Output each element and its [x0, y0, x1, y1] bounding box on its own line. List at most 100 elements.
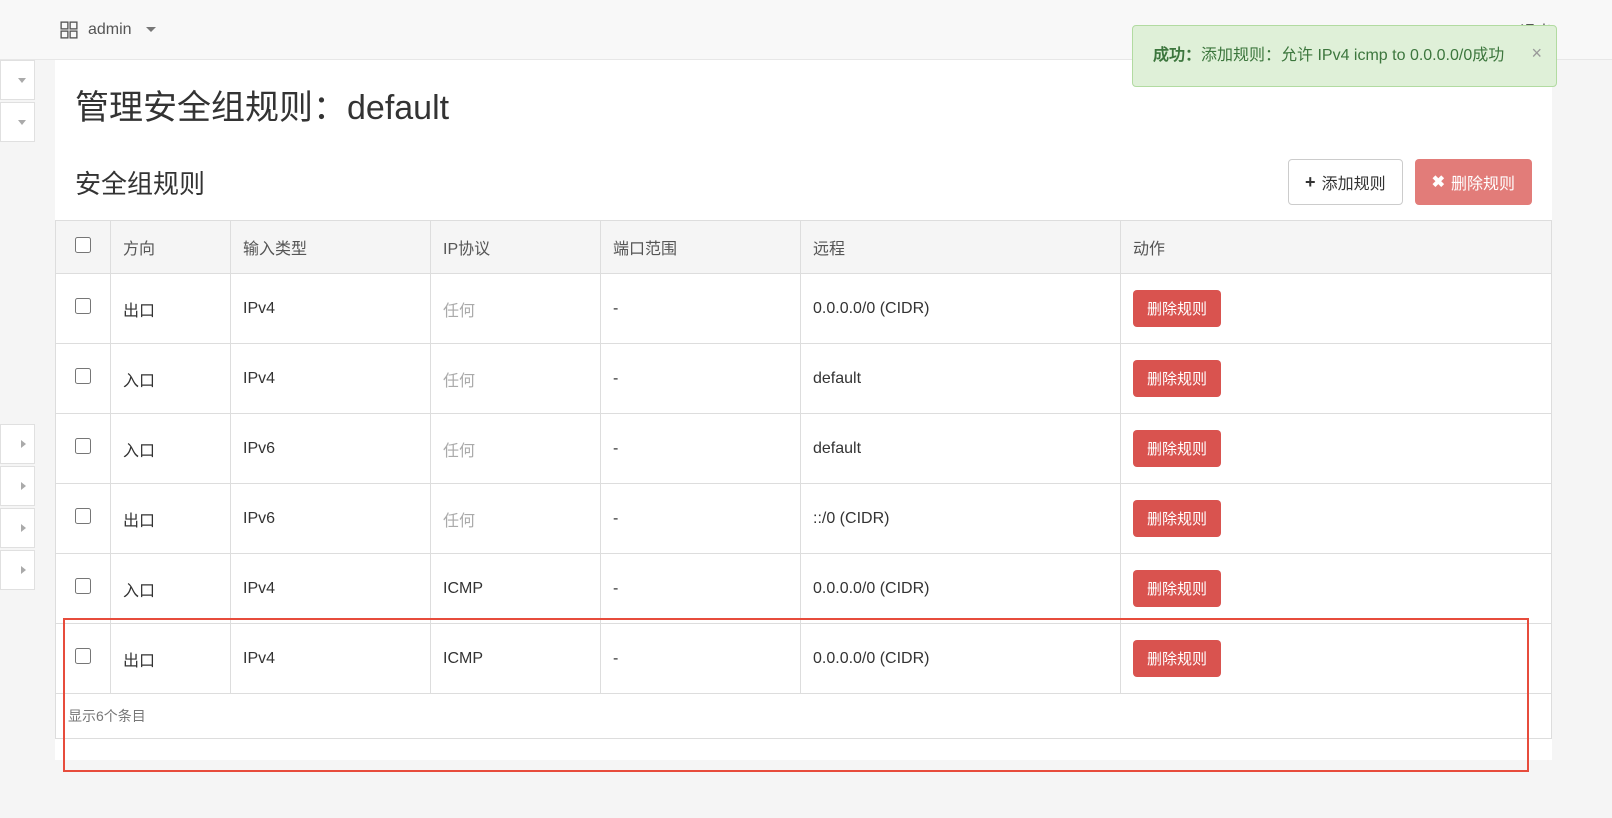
main-content: 管理安全组规则：default 安全组规则 + 添加规则 ✖ 删除规则 方向 输… [55, 60, 1552, 760]
rules-table: 方向 输入类型 IP协议 端口范围 远程 动作 出口IPv4任何-0.0.0.0… [55, 220, 1552, 739]
cell-port-range: - [601, 484, 801, 554]
project-name: admin [88, 21, 132, 39]
cell-remote: 0.0.0.0/0 (CIDR) [801, 274, 1121, 344]
table-row: 入口IPv4ICMP-0.0.0.0/0 (CIDR) 删除规则 [56, 554, 1552, 624]
cell-action: 删除规则 [1121, 344, 1552, 414]
chevron-right-icon [21, 440, 26, 448]
alert-close-button[interactable]: × [1531, 40, 1542, 67]
row-checkbox[interactable] [75, 368, 91, 384]
cell-action: 删除规则 [1121, 484, 1552, 554]
delete-row-button[interactable]: 删除规则 [1133, 500, 1221, 537]
cell-ip-protocol: ICMP [431, 624, 601, 694]
cell-remote: 0.0.0.0/0 (CIDR) [801, 624, 1121, 694]
delete-rule-button[interactable]: ✖ 删除规则 [1415, 159, 1532, 205]
table-row: 出口IPv6任何-::/0 (CIDR) 删除规则 [56, 484, 1552, 554]
row-checkbox[interactable] [75, 298, 91, 314]
cell-direction: 出口 [111, 624, 231, 694]
sidebar-item-1[interactable] [0, 60, 35, 100]
cell-remote: ::/0 (CIDR) [801, 484, 1121, 554]
delete-row-button[interactable]: 删除规则 [1133, 430, 1221, 467]
sidebar-item-3[interactable] [0, 424, 35, 464]
delete-row-button[interactable]: 删除规则 [1133, 360, 1221, 397]
cell-port-range: - [601, 274, 801, 344]
cell-port-range: - [601, 344, 801, 414]
chevron-right-icon [21, 566, 26, 574]
chevron-right-icon [21, 482, 26, 490]
cell-direction: 入口 [111, 554, 231, 624]
cell-ip-protocol: 任何 [431, 414, 601, 484]
page-title-name: default [347, 89, 449, 127]
cell-action: 删除规则 [1121, 624, 1552, 694]
cell-action: 删除规则 [1121, 554, 1552, 624]
header-port-range[interactable]: 端口范围 [601, 221, 801, 274]
cell-input-type: IPv4 [231, 274, 431, 344]
alert-message: 添加规则：允许 IPv4 icmp to 0.0.0.0/0成功 [1201, 47, 1504, 64]
row-checkbox[interactable] [75, 438, 91, 454]
cell-direction: 出口 [111, 274, 231, 344]
row-checkbox[interactable] [75, 578, 91, 594]
header-direction[interactable]: 方向 [111, 221, 231, 274]
row-checkbox[interactable] [75, 508, 91, 524]
success-alert: × 成功：添加规则：允许 IPv4 icmp to 0.0.0.0/0成功 [1132, 25, 1557, 87]
cell-port-range: - [601, 554, 801, 624]
cell-direction: 入口 [111, 414, 231, 484]
row-checkbox-cell [56, 274, 111, 344]
cell-input-type: IPv4 [231, 624, 431, 694]
page-title-prefix: 管理安全组规则： [75, 89, 347, 127]
section-header: 安全组规则 + 添加规则 ✖ 删除规则 [55, 159, 1552, 220]
add-rule-button[interactable]: + 添加规则 [1288, 159, 1403, 205]
cell-ip-protocol: 任何 [431, 484, 601, 554]
cell-port-range: - [601, 414, 801, 484]
delete-row-button[interactable]: 删除规则 [1133, 640, 1221, 677]
header-input-type[interactable]: 输入类型 [231, 221, 431, 274]
cell-direction: 出口 [111, 484, 231, 554]
section-actions: + 添加规则 ✖ 删除规则 [1288, 159, 1532, 205]
table-row: 出口IPv4任何-0.0.0.0/0 (CIDR) 删除规则 [56, 274, 1552, 344]
table-footer: 显示6个条目 [56, 694, 1552, 739]
row-checkbox-cell [56, 484, 111, 554]
sidebar-item-2[interactable] [0, 102, 35, 142]
row-checkbox[interactable] [75, 648, 91, 664]
row-checkbox-cell [56, 344, 111, 414]
table-row: 入口IPv6任何-default 删除规则 [56, 414, 1552, 484]
row-checkbox-cell [56, 554, 111, 624]
cell-input-type: IPv6 [231, 484, 431, 554]
cell-ip-protocol: 任何 [431, 344, 601, 414]
project-selector[interactable]: admin [60, 21, 156, 39]
table-header-row: 方向 输入类型 IP协议 端口范围 远程 动作 [56, 221, 1552, 274]
select-all-checkbox[interactable] [75, 237, 91, 253]
cell-remote: default [801, 414, 1121, 484]
section-title: 安全组规则 [75, 164, 205, 201]
table-row: 出口IPv4ICMP-0.0.0.0/0 (CIDR) 删除规则 [56, 624, 1552, 694]
page-title: 管理安全组规则：default [55, 80, 1552, 159]
cell-input-type: IPv6 [231, 414, 431, 484]
close-icon: ✖ [1432, 172, 1445, 192]
chevron-down-icon [18, 78, 26, 83]
cell-ip-protocol: ICMP [431, 554, 601, 624]
sidebar-item-6[interactable] [0, 550, 35, 590]
sidebar-item-5[interactable] [0, 508, 35, 548]
left-sidebar [0, 60, 35, 592]
cell-port-range: - [601, 624, 801, 694]
alert-title: 成功： [1153, 47, 1201, 64]
header-ip-protocol[interactable]: IP协议 [431, 221, 601, 274]
cell-ip-protocol: 任何 [431, 274, 601, 344]
header-remote[interactable]: 远程 [801, 221, 1121, 274]
cell-input-type: IPv4 [231, 554, 431, 624]
row-checkbox-cell [56, 624, 111, 694]
chevron-right-icon [21, 524, 26, 532]
sidebar-item-4[interactable] [0, 466, 35, 506]
chevron-down-icon [146, 27, 156, 32]
cell-remote: 0.0.0.0/0 (CIDR) [801, 554, 1121, 624]
delete-rule-label: 删除规则 [1451, 170, 1515, 194]
cell-action: 删除规则 [1121, 274, 1552, 344]
chevron-down-icon [18, 120, 26, 125]
delete-row-button[interactable]: 删除规则 [1133, 570, 1221, 607]
cell-action: 删除规则 [1121, 414, 1552, 484]
delete-row-button[interactable]: 删除规则 [1133, 290, 1221, 327]
table-row: 入口IPv4任何-default删除规则 [56, 344, 1552, 414]
plus-icon: + [1305, 172, 1316, 193]
cell-direction: 入口 [111, 344, 231, 414]
row-checkbox-cell [56, 414, 111, 484]
header-checkbox-col [56, 221, 111, 274]
